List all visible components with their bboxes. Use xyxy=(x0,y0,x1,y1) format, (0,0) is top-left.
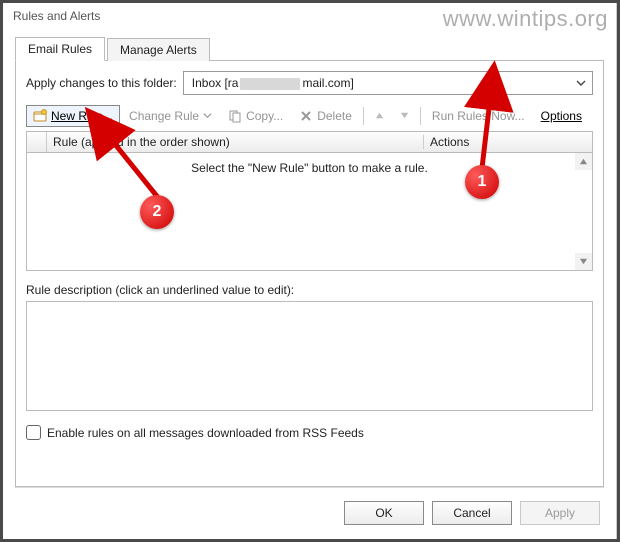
rules-list-header-rule[interactable]: Rule (applied in the order shown) xyxy=(47,135,424,149)
dialog-window: Rules and Alerts Email Rules Manage Aler… xyxy=(3,3,617,539)
ok-button[interactable]: OK xyxy=(344,501,424,525)
folder-combo-text: Inbox [ra mail.com] xyxy=(192,76,572,90)
cancel-button[interactable]: Cancel xyxy=(432,501,512,525)
triangle-down-icon xyxy=(579,257,588,266)
folder-value-prefix: Inbox [ra xyxy=(192,76,239,90)
rule-description-box[interactable] xyxy=(26,301,593,411)
change-rule-label: Change Rule xyxy=(129,109,199,123)
new-rule-button[interactable]: New Rule... xyxy=(26,105,120,127)
copy-label: Copy... xyxy=(246,109,283,123)
folder-combobox[interactable]: Inbox [ra mail.com] xyxy=(183,71,593,95)
delete-icon xyxy=(299,109,313,123)
new-rule-label: New Rule... xyxy=(51,109,113,123)
tab-strip: Email Rules Manage Alerts xyxy=(15,35,604,61)
dialog-button-row: OK Cancel Apply xyxy=(15,487,604,529)
folder-value-suffix: mail.com] xyxy=(302,76,353,90)
tab-email-rules[interactable]: Email Rules xyxy=(15,37,105,61)
apply-changes-row: Apply changes to this folder: Inbox [ra m… xyxy=(26,71,593,95)
new-rule-icon xyxy=(33,109,47,123)
rules-list-body: Select the "New Rule" button to make a r… xyxy=(26,153,593,271)
redacted-email-part xyxy=(240,78,300,90)
triangle-up-icon xyxy=(375,109,384,123)
rss-checkbox-label: Enable rules on all messages downloaded … xyxy=(47,426,364,440)
content-area: Email Rules Manage Alerts Apply changes … xyxy=(3,29,616,539)
scroll-up-button[interactable] xyxy=(575,153,592,170)
move-down-button[interactable] xyxy=(393,105,416,127)
toolbar-separator xyxy=(420,107,421,125)
rule-toolbar: New Rule... Change Rule Copy... xyxy=(26,103,593,129)
options-label: Options xyxy=(541,109,582,123)
tab-manage-alerts[interactable]: Manage Alerts xyxy=(107,38,210,61)
chevron-down-icon xyxy=(576,78,586,88)
run-rules-label: Run Rules Now... xyxy=(432,109,525,123)
move-up-button[interactable] xyxy=(368,105,391,127)
run-rules-now-button[interactable]: Run Rules Now... xyxy=(425,105,532,127)
rule-description-label: Rule description (click an underlined va… xyxy=(26,283,593,297)
delete-button[interactable]: Delete xyxy=(292,105,359,127)
copy-button[interactable]: Copy... xyxy=(221,105,290,127)
triangle-down-icon xyxy=(400,109,409,123)
folder-combo-dropdown-button[interactable] xyxy=(572,74,590,92)
delete-label: Delete xyxy=(317,109,352,123)
scroll-down-button[interactable] xyxy=(575,253,592,270)
apply-button[interactable]: Apply xyxy=(520,501,600,525)
toolbar-separator xyxy=(363,107,364,125)
options-button[interactable]: Options xyxy=(534,105,589,127)
window-title: Rules and Alerts xyxy=(3,3,616,29)
rules-list-header-checkbox-col xyxy=(27,132,47,152)
rss-checkbox-row: Enable rules on all messages downloaded … xyxy=(26,425,593,440)
copy-icon xyxy=(228,109,242,123)
triangle-up-icon xyxy=(579,157,588,166)
rss-checkbox[interactable] xyxy=(26,425,41,440)
rules-list-header: Rule (applied in the order shown) Action… xyxy=(26,131,593,153)
tab-body: Apply changes to this folder: Inbox [ra m… xyxy=(15,61,604,487)
chevron-down-icon xyxy=(203,109,212,123)
apply-changes-label: Apply changes to this folder: xyxy=(26,76,177,90)
change-rule-button[interactable]: Change Rule xyxy=(122,105,219,127)
rules-list-empty-text: Select the "New Rule" button to make a r… xyxy=(191,161,428,175)
rules-list-header-actions[interactable]: Actions xyxy=(424,135,592,149)
